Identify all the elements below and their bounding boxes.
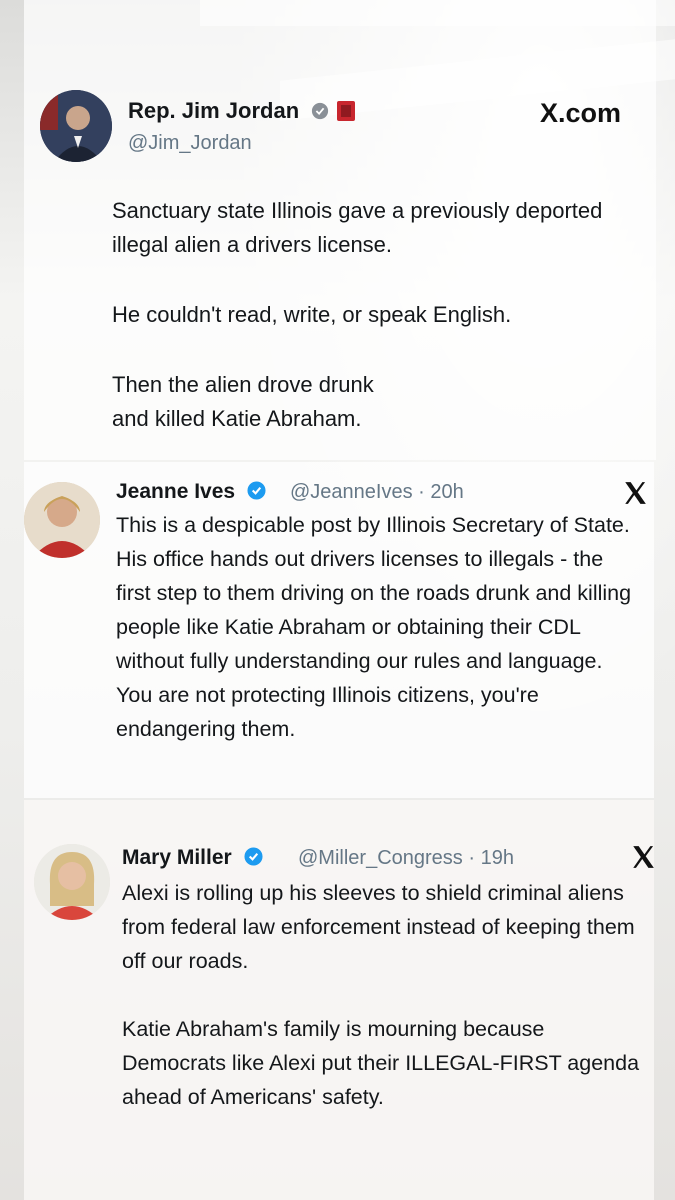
reply1-text: This is a despicable post by Illinois Se… — [116, 513, 632, 741]
jim-jordan-avatar[interactable] — [40, 90, 112, 162]
reply1-author-name[interactable]: Jeanne Ives — [116, 480, 266, 504]
x-logo-icon[interactable] — [630, 844, 656, 870]
verified-badge-icon — [312, 102, 329, 120]
main-post-paragraph-1: Sanctuary state Illinois gave a previous… — [112, 198, 603, 257]
site-label-text: X.com — [540, 98, 622, 128]
main-post-paragraph-3: Then the alien drove drunk and killed Ka… — [112, 372, 374, 431]
main-author-name-text: Rep. Jim Jordan — [128, 98, 300, 123]
main-post-card: Rep. Jim Jordan @Jim_Jordan X.com Sanctu… — [24, 0, 656, 460]
reply1-author-name-text: Jeanne Ives — [116, 480, 236, 503]
reply2-paragraph-2: Katie Abraham's family is mourning becau… — [122, 1017, 640, 1109]
reply2-paragraph-1: Alexi is rolling up his sleeves to shiel… — [122, 881, 635, 973]
main-post-paragraph-2: He couldn't read, write, or speak Englis… — [112, 302, 512, 327]
main-author-handle[interactable]: @Jim_Jordan — [128, 132, 252, 155]
reply-card-mary-miller: Mary Miller @Miller_Congress · 19h Alexi… — [24, 800, 654, 1200]
jeanne-ives-avatar[interactable] — [24, 482, 100, 558]
reply2-text: Alexi is rolling up his sleeves to shiel… — [122, 876, 654, 1114]
reply2-handle-time[interactable]: @Miller_Congress · 19h — [298, 847, 514, 870]
reply2-author-name[interactable]: Mary Miller — [122, 846, 263, 870]
mary-miller-avatar[interactable] — [34, 844, 110, 920]
site-label: X.com — [540, 98, 621, 129]
verified-badge-icon — [244, 847, 263, 866]
reply1-handle-time[interactable]: @JeanneIves · 20h — [290, 481, 464, 504]
main-post-text: Sanctuary state Illinois gave a previous… — [112, 194, 612, 436]
congress-flag-icon — [337, 101, 356, 121]
main-author-name[interactable]: Rep. Jim Jordan — [128, 98, 356, 124]
reply-card-jeanne-ives: Jeanne Ives @JeanneIves · 20h This is a … — [24, 462, 654, 798]
verified-badge-icon — [247, 481, 266, 500]
reply2-author-name-text: Mary Miller — [122, 846, 232, 869]
x-logo-icon[interactable] — [622, 480, 648, 506]
